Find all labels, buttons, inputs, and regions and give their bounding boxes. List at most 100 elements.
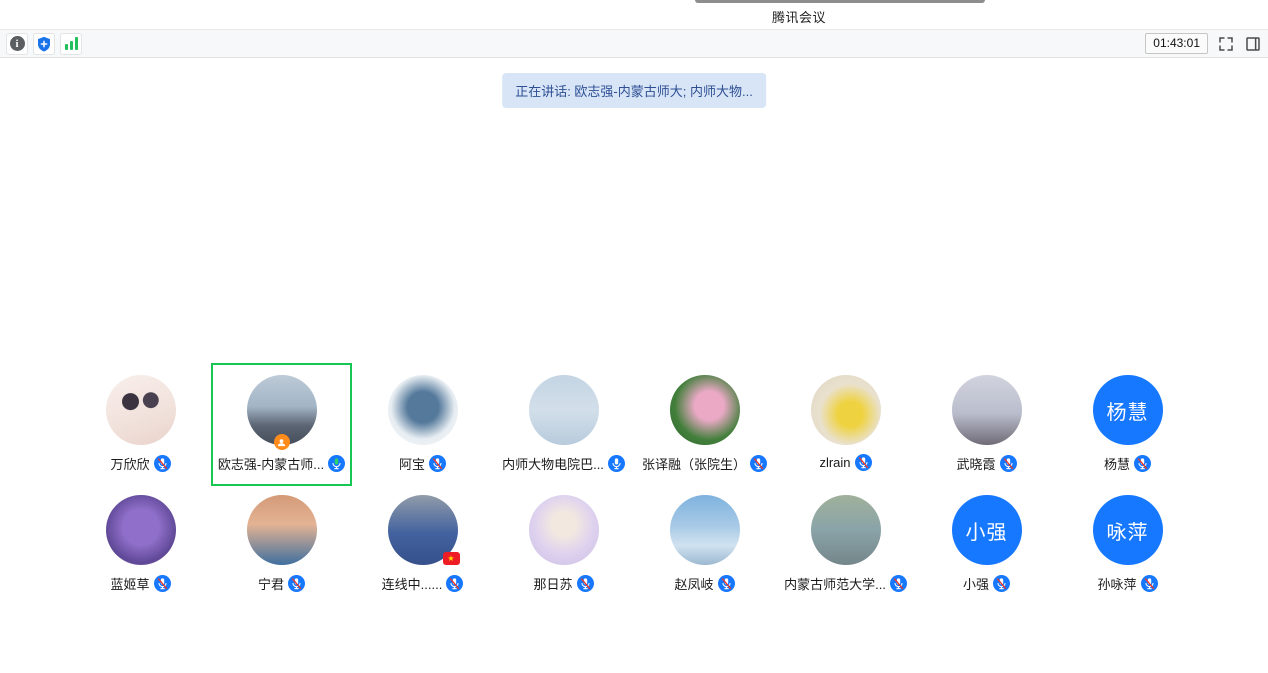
participant-cell[interactable]: 小强 ★ 小强 bbox=[916, 483, 1057, 606]
mic-muted-icon[interactable] bbox=[1134, 455, 1151, 472]
participant-name: 连线中...... bbox=[382, 574, 443, 593]
mic-on-icon[interactable] bbox=[608, 455, 625, 472]
participant-name: 万欣欣 bbox=[110, 454, 149, 473]
participant-cell[interactable]: ★ 内师大物电院巴... bbox=[493, 363, 634, 486]
shield-protect-icon bbox=[35, 35, 53, 53]
network-signal-icon bbox=[65, 37, 78, 50]
mic-muted-icon[interactable] bbox=[890, 575, 907, 592]
participant-cell[interactable]: ★ 蓝姬草 bbox=[70, 483, 211, 606]
avatar-image bbox=[952, 375, 1022, 445]
mic-muted-icon[interactable] bbox=[446, 575, 463, 592]
avatar: ★ bbox=[388, 375, 458, 445]
name-row: 赵凤岐 bbox=[674, 574, 734, 593]
avatar-image: 小强 bbox=[952, 495, 1022, 565]
mic-muted-icon[interactable] bbox=[718, 575, 735, 592]
name-row: 张译融（张院生） bbox=[642, 454, 767, 473]
fullscreen-icon[interactable] bbox=[1217, 35, 1235, 53]
name-row: 蓝姬草 bbox=[110, 574, 170, 593]
participant-name: zlrain bbox=[819, 455, 850, 470]
mic-muted-icon[interactable] bbox=[993, 575, 1010, 592]
mic-muted-icon[interactable] bbox=[1000, 455, 1017, 472]
participant-name: 宁君 bbox=[258, 574, 284, 593]
name-row: 小强 bbox=[963, 574, 1010, 593]
avatar-image bbox=[670, 375, 740, 445]
participant-cell[interactable]: ★ 阿宝 bbox=[352, 363, 493, 486]
avatar: ★ bbox=[811, 375, 881, 445]
participant-name: 孙咏萍 bbox=[1097, 574, 1136, 593]
avatar: 咏萍 ★ bbox=[1093, 495, 1163, 565]
participant-name: 赵凤岐 bbox=[674, 574, 713, 593]
participant-cell[interactable]: ★ 连线中...... bbox=[352, 483, 493, 606]
avatar-image: 咏萍 bbox=[1093, 495, 1163, 565]
avatar: ★ bbox=[670, 375, 740, 445]
security-button[interactable] bbox=[33, 33, 55, 55]
participant-cell[interactable]: ★ 万欣欣 bbox=[70, 363, 211, 486]
participant-name: 杨慧 bbox=[1104, 454, 1130, 473]
name-row: 孙咏萍 bbox=[1097, 574, 1157, 593]
participant-cell[interactable]: ★ 欧志强-内蒙古师... bbox=[211, 363, 352, 486]
title-bar: 腾讯会议 bbox=[0, 0, 1268, 29]
participant-cell[interactable]: ★ 张译融（张院生） bbox=[634, 363, 775, 486]
toolbar: i 01:43:01 bbox=[0, 29, 1268, 58]
name-row: 宁君 bbox=[258, 574, 305, 593]
participant-cell[interactable]: 杨慧 ★ 杨慧 bbox=[1057, 363, 1198, 486]
participant-cell[interactable]: ★ 宁君 bbox=[211, 483, 352, 606]
participant-cell[interactable]: ★ zlrain bbox=[775, 363, 916, 486]
participant-cell[interactable]: ★ 武晓霞 bbox=[916, 363, 1057, 486]
avatar: ★ bbox=[952, 375, 1022, 445]
participant-row-2: ★ 蓝姬草 ★ 宁君 bbox=[70, 483, 1198, 606]
name-row: 武晓霞 bbox=[956, 454, 1016, 473]
avatar-image bbox=[106, 375, 176, 445]
avatar: ★ bbox=[670, 495, 740, 565]
mic-muted-icon[interactable] bbox=[154, 455, 171, 472]
avatar: ★ bbox=[529, 375, 599, 445]
participant-cell[interactable]: ★ 赵凤岐 bbox=[634, 483, 775, 606]
meeting-timer: 01:43:01 bbox=[1145, 33, 1208, 54]
participant-row-1: ★ 万欣欣 ★ 欧志强-内蒙古师 bbox=[70, 363, 1198, 486]
participant-name: 小强 bbox=[963, 574, 989, 593]
network-quality-button[interactable] bbox=[60, 33, 82, 55]
participant-cell[interactable]: 咏萍 ★ 孙咏萍 bbox=[1057, 483, 1198, 606]
participant-name: 那日苏 bbox=[533, 574, 572, 593]
speaking-banner: 正在讲话: 欧志强-内蒙古师大; 内师大物... bbox=[502, 73, 766, 108]
participant-cell[interactable]: ★ 那日苏 bbox=[493, 483, 634, 606]
name-row: 阿宝 bbox=[399, 454, 446, 473]
mic-muted-icon[interactable] bbox=[577, 575, 594, 592]
avatar-image bbox=[529, 495, 599, 565]
layout-panel-icon[interactable] bbox=[1244, 35, 1262, 53]
avatar-image bbox=[529, 375, 599, 445]
avatar: ★ bbox=[106, 375, 176, 445]
avatar-image bbox=[811, 495, 881, 565]
avatar: ★ bbox=[106, 495, 176, 565]
avatar-image bbox=[247, 495, 317, 565]
toolbar-right: 01:43:01 bbox=[1145, 33, 1262, 54]
avatar-image bbox=[106, 495, 176, 565]
meeting-window: 腾讯会议 i 01:43:01 bbox=[0, 0, 1268, 673]
top-panel-edge bbox=[695, 0, 985, 3]
avatar: ★ bbox=[247, 375, 317, 445]
mic-muted-icon[interactable] bbox=[288, 575, 305, 592]
name-row: 内师大物电院巴... bbox=[502, 454, 625, 473]
flag-badge-icon: ★ bbox=[443, 552, 460, 565]
mic-speaking-icon[interactable] bbox=[328, 455, 345, 472]
participant-name: 张译融（张院生） bbox=[642, 454, 746, 473]
participant-cell[interactable]: ★ 内蒙古师范大学... bbox=[775, 483, 916, 606]
participant-name: 内蒙古师范大学... bbox=[784, 574, 886, 593]
avatar-image bbox=[811, 375, 881, 445]
info-button[interactable]: i bbox=[6, 33, 28, 55]
mic-muted-icon[interactable] bbox=[750, 455, 767, 472]
name-row: 连线中...... bbox=[382, 574, 464, 593]
mic-muted-icon[interactable] bbox=[429, 455, 446, 472]
name-row: 万欣欣 bbox=[110, 454, 170, 473]
avatar: ★ bbox=[529, 495, 599, 565]
toolbar-left: i bbox=[6, 33, 82, 55]
name-row: 那日苏 bbox=[533, 574, 593, 593]
avatar: ★ bbox=[388, 495, 458, 565]
participant-name: 武晓霞 bbox=[956, 454, 995, 473]
mic-muted-icon[interactable] bbox=[855, 454, 872, 471]
mic-muted-icon[interactable] bbox=[154, 575, 171, 592]
mic-muted-icon[interactable] bbox=[1141, 575, 1158, 592]
avatar-image bbox=[388, 375, 458, 445]
name-row: 内蒙古师范大学... bbox=[784, 574, 907, 593]
participant-name: 阿宝 bbox=[399, 454, 425, 473]
